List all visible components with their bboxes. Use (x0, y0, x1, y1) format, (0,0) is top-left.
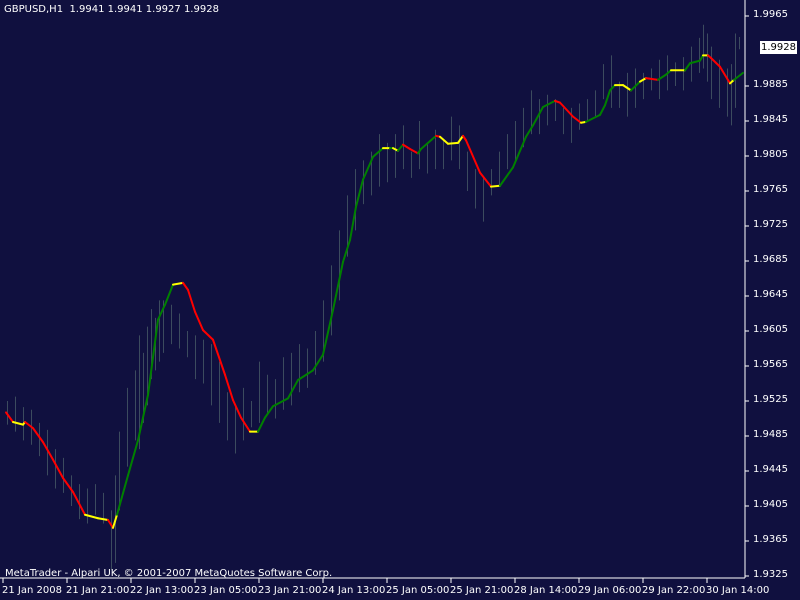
indicator-segment (332, 260, 344, 311)
indicator-segment (609, 84, 616, 92)
indicator-segment (490, 184, 501, 188)
time-tick-label: 21 Jan 2008 (2, 585, 62, 596)
time-tick-label: 28 Jan 14:00 (514, 585, 578, 596)
indicator-segment (52, 458, 64, 479)
price-tick-label: 1.9565 (753, 359, 788, 370)
price-tick-label: 1.9365 (753, 534, 788, 545)
time-tick-label: 30 Jan 14:00 (706, 585, 770, 596)
time-tick-label: 25 Jan 05:00 (386, 585, 450, 596)
price-tick-label: 1.9685 (753, 254, 788, 265)
indicator-segment (532, 106, 544, 127)
indicator-segment (147, 318, 159, 396)
chart-title: GBPUSD,H1 1.9941 1.9941 1.9927 1.9928 (4, 4, 219, 15)
indicator-segment (355, 178, 364, 208)
indicator-segment (457, 134, 464, 144)
indicator-segment (107, 519, 114, 529)
indicator-segment (312, 353, 324, 372)
axis-ticks (2, 15, 749, 583)
indicator-segment (97, 517, 109, 521)
price-tick-label: 1.9885 (753, 79, 788, 90)
price-chart[interactable]: GBPUSD,H1 1.9941 1.9941 1.9927 1.9928 Me… (0, 0, 800, 600)
indicator-segment (542, 99, 556, 108)
price-tick-label: 1.9405 (753, 499, 788, 510)
indicator-segment (182, 281, 189, 291)
time-tick-label: 29 Jan 22:00 (642, 585, 706, 596)
time-tick-label: 21 Jan 21:00 (66, 585, 130, 596)
indicator-segment (447, 141, 459, 145)
time-tick-label: 22 Jan 13:00 (130, 585, 194, 596)
price-tick-label: 1.9845 (753, 114, 788, 125)
price-bars (7, 24, 740, 570)
indicator-segment (512, 135, 527, 169)
indicator-segment (240, 416, 251, 433)
chart-plot (0, 0, 749, 583)
price-tick-label: 1.9325 (753, 569, 788, 580)
indicator-segment (342, 239, 351, 263)
indicator-segment (164, 283, 174, 306)
indicator-segment (599, 104, 606, 116)
current-price-label: 1.9928 (760, 41, 797, 54)
indicator-segment (224, 373, 234, 402)
time-tick-label: 29 Jan 06:00 (578, 585, 642, 596)
price-tick-label: 1.9525 (753, 394, 788, 405)
time-tick-label: 25 Jan 21:00 (450, 585, 514, 596)
indicator-segment (719, 65, 731, 85)
copyright-text: MetaTrader - Alpari UK, © 2001-2007 Meta… (5, 568, 333, 579)
indicator-segment (264, 405, 274, 419)
indicator-segment (499, 166, 514, 187)
indicator-segment (604, 89, 611, 107)
indicator-segment (645, 77, 659, 81)
indicator-segment (232, 399, 242, 419)
indicator-segment (684, 62, 691, 72)
indicator-segment (172, 281, 184, 286)
indicator-segment (194, 310, 204, 332)
indicator-segment (420, 134, 437, 150)
indicator-segment (127, 439, 139, 477)
price-tick-label: 1.9765 (753, 184, 788, 195)
indicator-segment (402, 143, 411, 150)
indicator-segment (397, 143, 404, 152)
indicator-segment (297, 369, 314, 381)
price-tick-label: 1.9485 (753, 429, 788, 440)
indicator-line (5, 54, 744, 529)
indicator-segment (84, 513, 99, 520)
time-tick-label: 23 Jan 05:00 (194, 585, 258, 596)
symbol-label: GBPUSD,H1 (4, 4, 64, 15)
time-tick-label: 24 Jan 13:00 (322, 585, 386, 596)
price-tick-label: 1.9645 (753, 289, 788, 300)
price-tick-label: 1.9605 (753, 324, 788, 335)
indicator-segment (479, 171, 492, 188)
price-tick-label: 1.9445 (753, 464, 788, 475)
time-tick-label: 23 Jan 21:00 (258, 585, 322, 596)
ohlc-values: 1.9941 1.9941 1.9927 1.9928 (69, 4, 219, 15)
indicator-segment (372, 147, 384, 158)
indicator-segment (202, 329, 214, 341)
indicator-segment (12, 421, 24, 426)
price-tick-label: 1.9725 (753, 219, 788, 230)
indicator-segment (32, 427, 44, 444)
indicator-segment (465, 139, 481, 174)
price-tick-label: 1.9965 (753, 9, 788, 20)
indicator-segment (710, 57, 721, 68)
indicator-segment (585, 113, 601, 123)
indicator-segment (116, 474, 129, 516)
indicator-segment (287, 379, 299, 400)
indicator-segment (187, 288, 196, 313)
price-tick-label: 1.9805 (753, 149, 788, 160)
